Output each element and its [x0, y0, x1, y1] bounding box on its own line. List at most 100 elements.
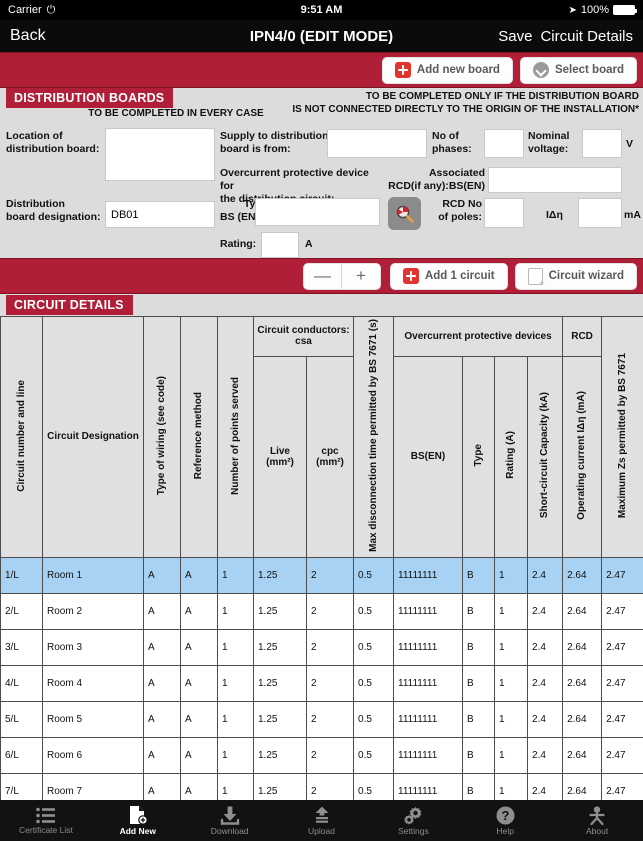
add-circuit-button[interactable]: Add 1 circuit — [389, 262, 508, 290]
cell-bsen[interactable]: 11111111 — [393, 592, 464, 630]
cell-designation[interactable]: Room 2 — [42, 592, 144, 630]
cell-points[interactable]: 1 — [217, 664, 254, 702]
cell-designation[interactable]: Room 7 — [42, 772, 144, 800]
tab-add-new[interactable]: Add New — [92, 805, 184, 836]
nominal-voltage-input[interactable] — [582, 129, 622, 158]
cell-max_zs[interactable]: 2.47 — [601, 664, 643, 702]
circuit-details-table-wrap[interactable]: Circuit number and line Circuit Designat… — [0, 316, 643, 800]
cell-live[interactable]: 1.25 — [253, 628, 307, 666]
circuit-wizard-button[interactable]: Circuit wizard — [514, 262, 637, 290]
cell-scc[interactable]: 2.4 — [527, 628, 564, 666]
save-button[interactable]: Save — [498, 28, 532, 45]
table-row[interactable]: 1/L Room 1 A A 1 1.25 2 0.5 11111111 B 1 2.4 2.64 2.4… — [0, 556, 643, 594]
cell-rcd_current[interactable]: 2.64 — [562, 700, 603, 738]
cell-bsen[interactable]: 11111111 — [393, 700, 464, 738]
tab-download[interactable]: Download — [184, 806, 276, 836]
cell-points[interactable]: 1 — [217, 772, 254, 800]
cell-rating[interactable]: 1 — [494, 592, 529, 630]
tab-settings[interactable]: Settings — [367, 806, 459, 836]
cell-cpc[interactable]: 2 — [305, 772, 355, 800]
cell-max_disc[interactable]: 0.5 — [353, 736, 395, 774]
cell-wiring[interactable]: A — [143, 664, 181, 702]
cell-points[interactable]: 1 — [217, 628, 254, 666]
cell-ref_method[interactable]: A — [180, 700, 218, 738]
cell-type[interactable]: B — [462, 592, 496, 630]
type-bsen-input[interactable] — [255, 198, 380, 226]
cell-rcd_current[interactable]: 2.64 — [562, 772, 603, 800]
cell-rcd_current[interactable]: 2.64 — [562, 736, 603, 774]
cell-number[interactable]: 4/L — [0, 664, 43, 702]
rcd-poles-input[interactable] — [484, 198, 524, 228]
cell-wiring[interactable]: A — [143, 700, 181, 738]
cell-wiring[interactable]: A — [143, 592, 181, 630]
cell-rating[interactable]: 1 — [494, 664, 529, 702]
cell-designation[interactable]: Room 5 — [42, 700, 144, 738]
cell-type[interactable]: B — [462, 664, 496, 702]
cell-designation[interactable]: Room 4 — [42, 664, 144, 702]
cell-designation[interactable]: Room 3 — [42, 628, 144, 666]
tab-certificate-list[interactable]: Certificate List — [0, 807, 92, 835]
cell-max_zs[interactable]: 2.47 — [601, 736, 643, 774]
cell-type[interactable]: B — [462, 772, 496, 800]
table-row[interactable]: 3/L Room 3 A A 1 1.25 2 0.5 11111111 B 1 2.4 2.64 2.4… — [0, 628, 643, 666]
cell-wiring[interactable]: A — [143, 556, 181, 594]
no-of-phases-input[interactable] — [484, 129, 524, 158]
cell-wiring[interactable]: A — [143, 736, 181, 774]
tab-about[interactable]: About — [551, 806, 643, 836]
cell-type[interactable]: B — [462, 556, 496, 594]
cell-cpc[interactable]: 2 — [305, 592, 355, 630]
cell-cpc[interactable]: 2 — [305, 664, 355, 702]
table-row[interactable]: 6/L Room 6 A A 1 1.25 2 0.5 11111111 B 1 2.4 2.64 2.4… — [0, 736, 643, 774]
table-row[interactable]: 7/L Room 7 A A 1 1.25 2 0.5 11111111 B 1 2.4 2.64 2.4… — [0, 772, 643, 800]
add-new-board-button[interactable]: Add new board — [381, 56, 513, 84]
cell-rating[interactable]: 1 — [494, 556, 529, 594]
cell-max_zs[interactable]: 2.47 — [601, 628, 643, 666]
cell-scc[interactable]: 2.4 — [527, 736, 564, 774]
supply-to-board-input[interactable] — [327, 129, 427, 158]
cell-max_zs[interactable]: 2.47 — [601, 556, 643, 594]
tab-help[interactable]: ? Help — [459, 806, 551, 836]
table-row[interactable]: 4/L Room 4 A A 1 1.25 2 0.5 11111111 B 1 2.4 2.64 2.4… — [0, 664, 643, 702]
cell-ref_method[interactable]: A — [180, 736, 218, 774]
cell-scc[interactable]: 2.4 — [527, 772, 564, 800]
idn-input[interactable] — [578, 198, 622, 228]
cell-max_zs[interactable]: 2.47 — [601, 700, 643, 738]
cell-rating[interactable]: 1 — [494, 736, 529, 774]
cell-number[interactable]: 2/L — [0, 592, 43, 630]
cell-designation[interactable]: Room 6 — [42, 736, 144, 774]
cell-number[interactable]: 7/L — [0, 772, 43, 800]
cell-wiring[interactable]: A — [143, 772, 181, 800]
cell-bsen[interactable]: 11111111 — [393, 772, 464, 800]
cell-scc[interactable]: 2.4 — [527, 664, 564, 702]
cell-live[interactable]: 1.25 — [253, 592, 307, 630]
tab-upload[interactable]: Upload — [276, 806, 368, 836]
cell-max_zs[interactable]: 2.47 — [601, 592, 643, 630]
cell-ref_method[interactable]: A — [180, 556, 218, 594]
cell-ref_method[interactable]: A — [180, 772, 218, 800]
cell-max_disc[interactable]: 0.5 — [353, 556, 395, 594]
cell-live[interactable]: 1.25 — [253, 664, 307, 702]
rating-input[interactable] — [261, 232, 299, 258]
cell-number[interactable]: 3/L — [0, 628, 43, 666]
cell-live[interactable]: 1.25 — [253, 700, 307, 738]
table-row[interactable]: 5/L Room 5 A A 1 1.25 2 0.5 11111111 B 1 2.4 2.64 2.4… — [0, 700, 643, 738]
cell-number[interactable]: 6/L — [0, 736, 43, 774]
cell-cpc[interactable]: 2 — [305, 556, 355, 594]
cell-number[interactable]: 1/L — [0, 556, 43, 594]
cell-bsen[interactable]: 11111111 — [393, 628, 464, 666]
cell-max_zs[interactable]: 2.47 — [601, 772, 643, 800]
board-designation-input[interactable] — [105, 201, 215, 228]
cell-rating[interactable]: 1 — [494, 628, 529, 666]
cell-rcd_current[interactable]: 2.64 — [562, 592, 603, 630]
cell-bsen[interactable]: 11111111 — [393, 556, 464, 594]
cell-cpc[interactable]: 2 — [305, 736, 355, 774]
cell-max_disc[interactable]: 0.5 — [353, 592, 395, 630]
cell-scc[interactable]: 2.4 — [527, 700, 564, 738]
magnifier-search-button[interactable] — [388, 197, 421, 230]
increment-circuit-button[interactable]: + — [342, 264, 380, 289]
cell-live[interactable]: 1.25 — [253, 736, 307, 774]
cell-max_disc[interactable]: 0.5 — [353, 664, 395, 702]
cell-live[interactable]: 1.25 — [253, 556, 307, 594]
cell-max_disc[interactable]: 0.5 — [353, 700, 395, 738]
cell-wiring[interactable]: A — [143, 628, 181, 666]
